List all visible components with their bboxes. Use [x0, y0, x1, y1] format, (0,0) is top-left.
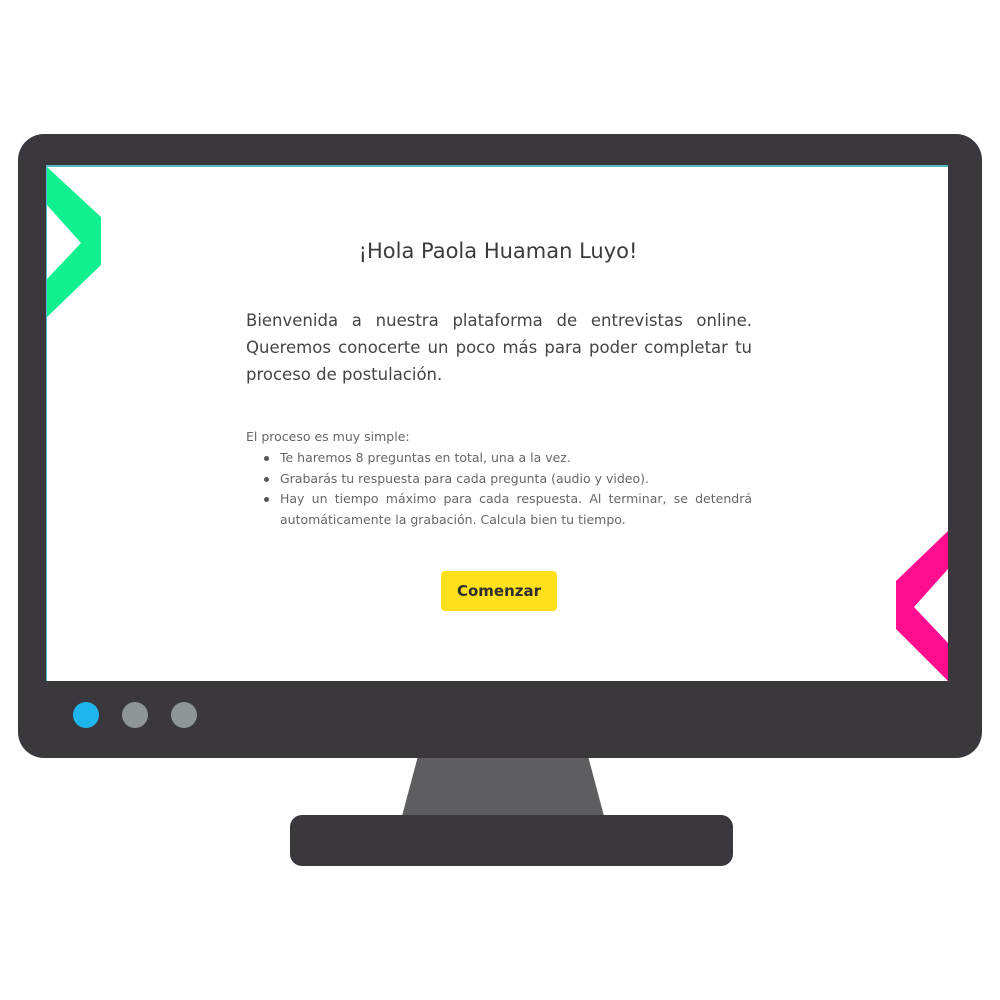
intro-text: Bienvenida a nuestra plataforma de entre…	[246, 311, 752, 384]
screen: ¡Hola Paola Huaman Luyo! Bienvenida a nu…	[46, 165, 948, 681]
process-step: Te haremos 8 preguntas en total, una a l…	[264, 448, 752, 469]
greeting-heading: ¡Hola Paola Huaman Luyo!	[358, 239, 638, 263]
process-step: Hay un tiempo máximo para cada respuesta…	[264, 489, 752, 530]
process-section: El proceso es muy simple: Te haremos 8 p…	[246, 429, 752, 530]
process-title: El proceso es muy simple:	[246, 429, 410, 444]
indicator-dot-active	[73, 702, 99, 728]
indicator-dot	[171, 702, 197, 728]
process-step: Grabarás tu respuesta para cada pregunta…	[264, 469, 752, 490]
indicator-dot	[122, 702, 148, 728]
chevron-left-icon	[896, 531, 948, 681]
monitor-illustration: ¡Hola Paola Huaman Luyo! Bienvenida a nu…	[0, 0, 1000, 1000]
process-steps-list: Te haremos 8 preguntas en total, una a l…	[246, 448, 752, 530]
start-button[interactable]: Comenzar	[441, 571, 557, 611]
monitor-stand-base	[290, 815, 733, 866]
